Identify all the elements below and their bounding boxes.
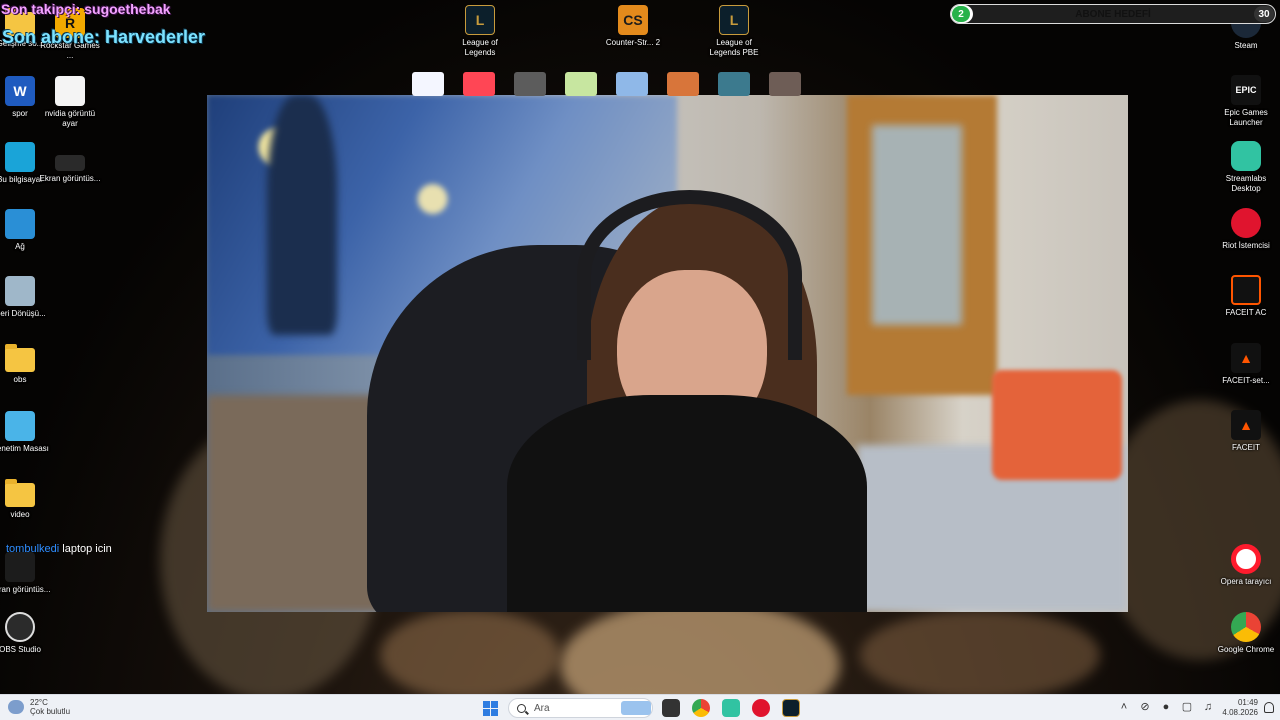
counter-strike-icon: CS [618, 5, 648, 35]
faceit-icon: ▲ [1231, 343, 1261, 373]
weather-desc: Çok bulutlu [30, 707, 71, 716]
desktop-icon-obs-studio[interactable]: OBS Studio [0, 612, 52, 655]
folder-icon [5, 344, 35, 372]
opera-icon [1231, 544, 1261, 574]
cloud-icon [8, 700, 24, 714]
pixel-game-icon[interactable] [667, 72, 699, 96]
chat-message: tombulkedi laptop icin [6, 543, 112, 555]
desktop-icon-video[interactable]: video [0, 479, 52, 520]
folder-icon [5, 479, 35, 507]
character-game-icon[interactable] [769, 72, 801, 96]
computer-icon [5, 142, 35, 172]
opera-taskbar-icon[interactable] [752, 699, 770, 717]
display-icon[interactable]: ▢ [1181, 701, 1193, 713]
faceit-icon: ▲ [1231, 410, 1261, 440]
taskbar: 22°C Çok bulutlu Ara ˄ ⊘ ● ▢ ♫ 01:49 4.0… [0, 694, 1280, 720]
windows-logo-icon [483, 701, 490, 708]
chat-username: tombulkedi [6, 543, 60, 555]
chevron-up-icon[interactable]: ˄ [1118, 701, 1130, 713]
file-explorer-icon[interactable] [662, 699, 680, 717]
taskbar-search[interactable]: Ara [508, 698, 653, 718]
last-sub-text: Son abone: Harvederler [2, 27, 206, 47]
desktop-icon-league-pbe[interactable]: L League of Legends PBE [702, 5, 766, 58]
clock-date: 4.08.2026 [1222, 708, 1258, 717]
no-network-icon[interactable]: ⊘ [1139, 701, 1151, 713]
desktop-icon-screenshot-2[interactable]: Ekran görüntüs... [38, 148, 102, 184]
weather-widget[interactable]: 22°C Çok bulutlu [8, 698, 70, 716]
recycle-bin-icon [5, 276, 35, 306]
league-icon: L [465, 5, 495, 35]
volume-icon[interactable]: ♫ [1202, 701, 1214, 713]
weather-temp: 22°C [30, 698, 48, 707]
notification-bell-icon[interactable] [1264, 702, 1274, 713]
desktop-icon-ag[interactable]: Ağ [0, 209, 52, 252]
plane-game-icon[interactable] [412, 72, 444, 96]
streamlabs-icon [1231, 141, 1261, 171]
desktop-icon-faceit[interactable]: ▲ FACEIT [1214, 410, 1278, 453]
desktop-icon-cs2[interactable]: CS Counter-Str... 2 [601, 5, 665, 48]
last-follower-text: Son takipçi: sugoethebak [1, 1, 171, 17]
epic-games-icon: EPIC [1231, 75, 1261, 105]
control-panel-icon [5, 411, 35, 441]
desktop-icon-nvidia[interactable]: nvidia görüntü ayar [38, 76, 102, 129]
riot-icon [1231, 208, 1261, 238]
top-icon-row [412, 72, 801, 96]
league-taskbar-icon[interactable] [782, 699, 800, 717]
valorant-icon[interactable] [463, 72, 495, 96]
map-game-icon[interactable] [565, 72, 597, 96]
system-tray: ˄ ⊘ ● ▢ ♫ [1118, 701, 1214, 713]
start-button[interactable] [483, 701, 498, 716]
raft-icon[interactable] [718, 72, 750, 96]
microphone-icon[interactable]: ● [1160, 701, 1172, 713]
league-pbe-icon: L [719, 5, 749, 35]
clock-time: 01:49 [1237, 698, 1258, 707]
streamlabs-taskbar-icon[interactable] [722, 699, 740, 717]
desktop-icon-faceit-ac[interactable]: FACEIT AC [1214, 275, 1278, 318]
obs-icon [5, 612, 35, 642]
desktop-icon-league[interactable]: L League of Legends [448, 5, 512, 58]
taskbar-clock[interactable]: 01:49 4.08.2026 [1218, 698, 1258, 718]
webcam-overlay [207, 95, 1128, 612]
sub-goal-target: 30 [1254, 6, 1274, 22]
search-icon [517, 703, 526, 713]
taskbar-apps [662, 699, 800, 717]
desktop-icon-screenshot-1[interactable]: Ekran görüntüs... [0, 552, 52, 595]
desktop-icon-opera[interactable]: Opera tarayıcı [1214, 544, 1278, 587]
desktop-icon-control-panel[interactable]: Denetim Masası [0, 411, 52, 454]
search-highlight-icon [621, 701, 651, 715]
mountain-game-icon[interactable] [616, 72, 648, 96]
search-placeholder: Ara [534, 702, 550, 714]
screenshot-icon [55, 155, 85, 171]
document-icon [55, 76, 85, 106]
desktop-icon-recycle-bin[interactable]: Geri Dönüşü... [0, 276, 52, 319]
sub-goal-title: ABONE HEDEFİ [1075, 8, 1151, 20]
robot-game-icon[interactable] [514, 72, 546, 96]
sub-goal-bar: 2 ABONE HEDEFİ 30 [950, 4, 1276, 24]
screenshot-icon [5, 552, 35, 582]
desktop-icon-riot[interactable]: Riot İstemcisi [1214, 208, 1278, 251]
desktop-icon-streamlabs[interactable]: Streamlabs Desktop [1214, 141, 1278, 194]
word-icon: W [5, 76, 35, 106]
faceit-ac-icon [1231, 275, 1261, 305]
desktop-icon-chrome[interactable]: Google Chrome [1214, 612, 1278, 655]
chrome-icon [1231, 612, 1261, 642]
desktop-icon-obs-folder[interactable]: obs [0, 344, 52, 385]
network-icon [5, 209, 35, 239]
chat-text: laptop icin [62, 543, 112, 555]
desktop-icon-epic[interactable]: EPIC Epic Games Launcher [1214, 75, 1278, 128]
chrome-taskbar-icon[interactable] [692, 699, 710, 717]
desktop-icon-faceit-setup[interactable]: ▲ FACEIT-set... [1214, 343, 1278, 386]
